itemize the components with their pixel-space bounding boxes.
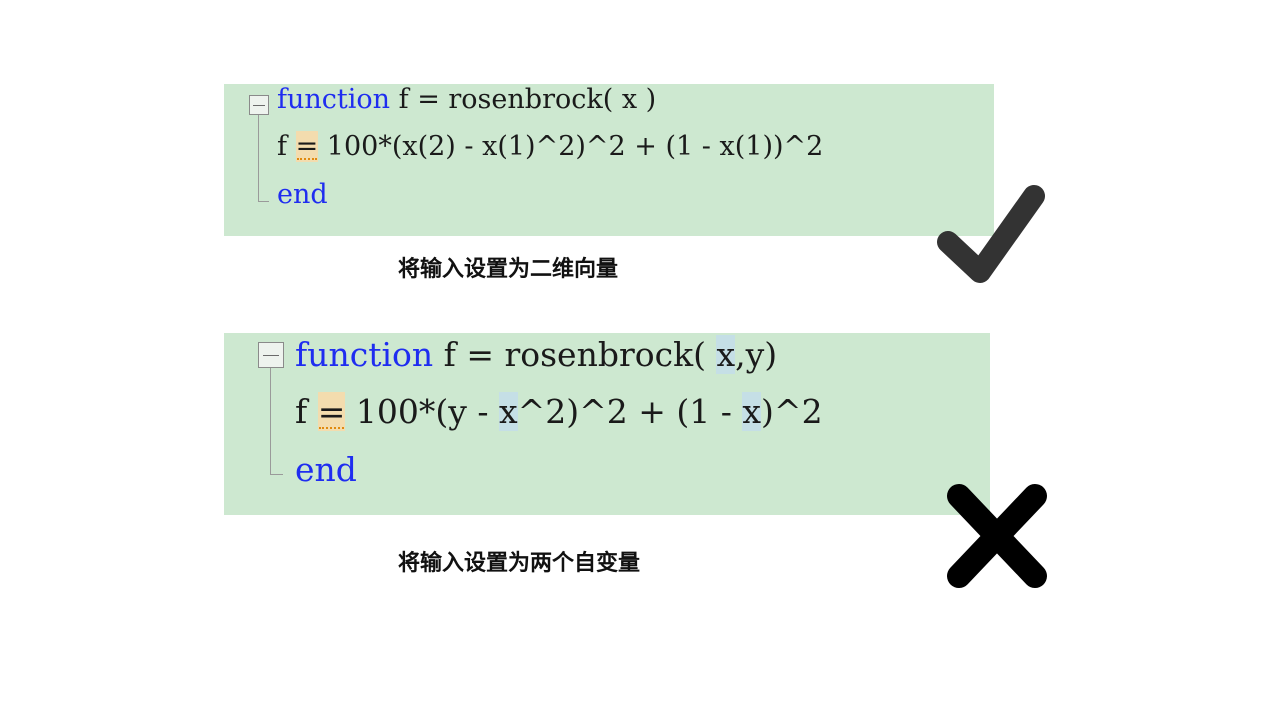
code-text: f = rosenbrock( x ) xyxy=(390,84,657,115)
caption-vector-input: 将输入设置为二维向量 xyxy=(398,257,619,282)
code-text: 100*(y - xyxy=(345,392,499,431)
code-text: f xyxy=(295,392,318,431)
code-text: ,y) xyxy=(735,335,778,374)
code-line-function-signature: function f = rosenbrock( x,y) xyxy=(295,335,777,374)
code-editor-panel-vector-input: function f = rosenbrock( x ) f = 100*(x(… xyxy=(224,84,994,236)
check-icon xyxy=(937,185,1045,283)
code-line-body: f = 100*(y - x^2)^2 + (1 - x)^2 xyxy=(295,392,823,431)
code-text: ^2)^2 + (1 - xyxy=(517,392,743,431)
keyword-function: function xyxy=(277,84,391,115)
code-editor-panel-two-variables: function f = rosenbrock( x,y) f = 100*(y… xyxy=(224,333,990,515)
keyword-end: end xyxy=(277,179,328,210)
caption-two-variables: 将输入设置为两个自变量 xyxy=(398,551,641,576)
code-text: )^2 xyxy=(761,392,823,431)
variable-x-highlight: x xyxy=(716,335,736,374)
warning-squiggle xyxy=(318,423,345,429)
code-line-body: f = 100*(x(2) - x(1)^2)^2 + (1 - x(1))^2 xyxy=(277,131,823,162)
fold-guide-line xyxy=(270,368,283,475)
code-line-end: end xyxy=(295,450,357,489)
keyword-end: end xyxy=(295,450,357,489)
keyword-function: function xyxy=(295,335,434,374)
fold-guide-line xyxy=(258,115,269,202)
variable-x-highlight: x xyxy=(499,392,518,431)
fold-collapse-icon[interactable] xyxy=(258,342,284,368)
warning-squiggle xyxy=(296,154,318,160)
code-line-end: end xyxy=(277,179,328,210)
assignment-warning-highlight[interactable]: = xyxy=(295,131,319,162)
fold-collapse-icon[interactable] xyxy=(249,95,269,115)
code-text: f = rosenbrock( xyxy=(433,335,717,374)
code-text: f xyxy=(277,131,296,162)
variable-x-highlight: x xyxy=(742,392,762,431)
code-line-function-signature: function f = rosenbrock( x ) xyxy=(277,84,656,115)
cross-icon xyxy=(947,484,1047,588)
code-text: 100*(x(2) - x(1)^2)^2 + (1 - x(1))^2 xyxy=(318,131,824,162)
assignment-warning-highlight[interactable]: = xyxy=(317,392,346,431)
